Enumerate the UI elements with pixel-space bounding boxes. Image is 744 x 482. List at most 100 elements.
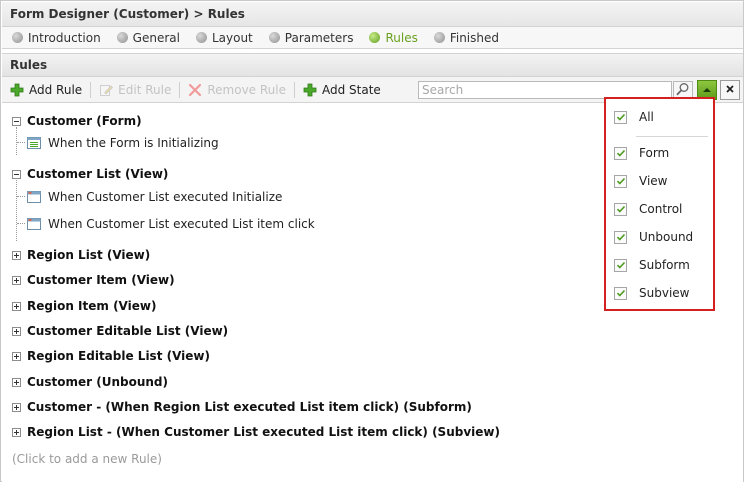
rule-item[interactable]: When Customer List executed List item cl… [27,217,315,231]
clear-search-button[interactable] [720,80,740,100]
filter-option-control[interactable]: Control [614,202,682,216]
view-rule-icon [27,190,41,204]
tree-node-label: Customer List (View) [27,167,169,181]
step-dot-icon [195,32,207,43]
popup-divider [636,136,708,137]
tree-node[interactable]: Region List - (When Customer List execut… [12,425,500,439]
rule-item[interactable]: When Customer List executed Initialize [27,190,282,204]
search-icon [676,82,690,99]
step-parameters[interactable]: Parameters [268,30,354,45]
expand-icon[interactable] [12,275,21,285]
remove-x-icon [188,83,202,97]
add-state-button[interactable]: Add State [303,83,381,97]
filter-option-unbound[interactable]: Unbound [614,230,693,244]
tree-node-label: Region Item (View) [27,299,157,313]
tree-node-label: Customer Editable List (View) [27,324,229,338]
expand-icon[interactable] [12,402,21,412]
checkbox-checked-icon[interactable] [614,202,627,216]
filter-option-subview[interactable]: Subview [614,286,689,300]
checkbox-checked-icon[interactable] [614,230,627,244]
tree-node-label: Customer (Form) [27,114,142,128]
filter-option-label: View [639,174,668,188]
filter-option-form[interactable]: Form [614,146,669,160]
add-new-rule-link[interactable]: (Click to add a new Rule) [12,452,162,466]
remove-rule-button[interactable]: Remove Rule [188,83,286,97]
remove-rule-label: Remove Rule [207,82,286,97]
expand-icon[interactable] [12,326,21,336]
tree-connector [17,196,25,197]
step-dot-active-icon [369,32,381,43]
tree-connector [17,142,25,143]
tree-node-label: Region List - (When Customer List execut… [27,425,500,439]
tree-node-label: Customer - (When Region List executed Li… [27,400,472,414]
tree-node[interactable]: Region Item (View) [12,299,156,313]
checkbox-checked-icon[interactable] [614,286,627,300]
step-dot-icon [12,32,23,43]
tree-node-label: Region List (View) [27,248,151,262]
tree-node[interactable]: Customer Item (View) [12,273,175,287]
step-label: Rules [385,30,418,45]
step-dot-icon [116,32,128,43]
filter-option-label: Subform [639,258,690,272]
expand-icon[interactable] [12,377,21,387]
collapse-icon[interactable] [12,169,21,179]
toolbar-divider [90,81,92,98]
step-label: Finished [449,30,499,45]
window-title: Form Designer (Customer) > Rules [2,2,743,27]
tree-node-label: Region Editable List (View) [27,349,210,363]
edit-rule-label: Edit Rule [118,82,172,97]
filter-option-label: Control [639,202,683,216]
tree-node[interactable]: Customer (Form) [12,114,142,128]
step-introduction[interactable]: Introduction [12,31,101,45]
rule-item[interactable]: When the Form is Initializing [27,136,219,150]
collapse-icon[interactable] [12,116,21,126]
filter-option-subform[interactable]: Subform [614,258,690,272]
expand-icon[interactable] [12,301,21,311]
tree-node-label: Customer (Unbound) [27,375,168,389]
checkbox-checked-icon[interactable] [614,110,627,124]
tree-node[interactable]: Region Editable List (View) [12,349,210,363]
wizard-steps: Introduction General Layout Parameters R… [2,27,743,49]
plus-icon [10,83,24,97]
step-dot-icon [268,32,280,43]
filter-option-view[interactable]: View [614,174,667,188]
tree-node-label: Customer Item (View) [27,273,175,287]
tree-node[interactable]: Customer Editable List (View) [12,324,228,338]
tree-node[interactable]: Region List (View) [12,248,150,262]
checkbox-checked-icon[interactable] [614,174,627,188]
step-label: Parameters [284,30,354,45]
step-label: Introduction [28,30,101,45]
rule-label: When Customer List executed Initialize [48,190,283,204]
plus-icon [303,83,317,97]
edit-rule-button[interactable]: Edit Rule [99,83,171,97]
checkbox-checked-icon[interactable] [614,258,627,272]
rule-label: When Customer List executed List item cl… [48,217,315,231]
add-state-label: Add State [322,82,381,97]
tree-node[interactable]: Customer List (View) [12,167,168,181]
tree-node[interactable]: Customer (Unbound) [12,375,168,389]
arrow-up-icon [702,83,712,97]
checkbox-checked-icon[interactable] [614,146,627,160]
step-layout[interactable]: Layout [195,30,253,45]
filter-option-label: Unbound [639,230,694,244]
expand-icon[interactable] [12,250,21,260]
rule-filter-popup: All Form View Control Unbound Subform Su… [604,97,715,311]
expand-icon[interactable] [12,351,21,361]
step-general[interactable]: General [116,31,180,45]
tree-node[interactable]: Customer - (When Region List executed Li… [12,400,472,414]
step-label: Layout [211,30,253,45]
toolbar-divider [294,81,295,98]
toolbar-divider [179,81,181,98]
tree-connector [16,127,17,155]
form-rule-icon [27,136,41,150]
form-designer-window: Form Designer (Customer) > Rules Introdu… [0,0,744,482]
rules-section-header: Rules [2,53,743,77]
step-finished[interactable]: Finished [433,30,499,45]
filter-option-all[interactable]: All [614,110,654,124]
edit-icon [99,83,114,97]
view-rule-icon [27,217,41,231]
filter-option-label: Form [639,146,670,160]
step-rules[interactable]: Rules [369,30,418,45]
add-rule-button[interactable]: Add Rule [10,83,82,97]
expand-icon[interactable] [12,427,21,437]
